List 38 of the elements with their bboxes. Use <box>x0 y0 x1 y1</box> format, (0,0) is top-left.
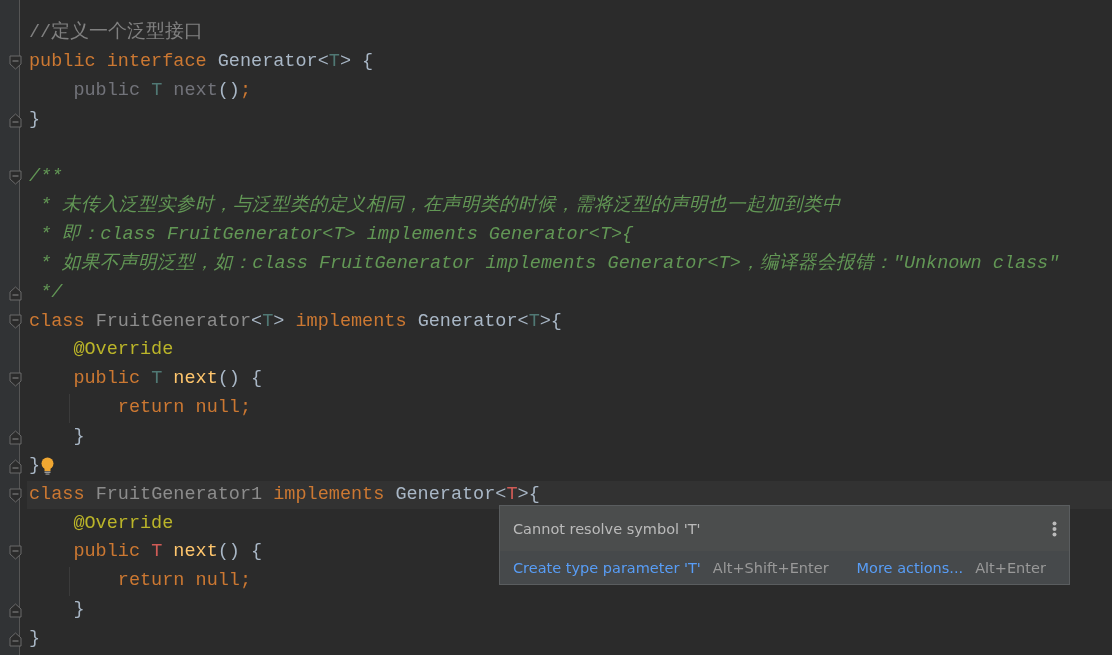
fold-icon[interactable] <box>9 631 22 647</box>
shortcut-hint: Alt+Enter <box>975 559 1046 576</box>
fold-icon[interactable] <box>9 602 22 618</box>
code-line: return null; <box>116 399 252 418</box>
code-comment: */ <box>39 283 63 303</box>
fold-icon[interactable] <box>9 458 22 474</box>
fold-icon[interactable] <box>9 112 22 128</box>
error-message: Cannot resolve symbol 'T' <box>513 520 701 537</box>
action-link[interactable]: More actions... <box>856 559 964 576</box>
code-line: } <box>72 428 85 447</box>
action-link[interactable]: Create type parameter 'T' <box>513 559 701 576</box>
code-line: public T next(); <box>72 81 252 101</box>
fold-icon[interactable] <box>9 372 22 388</box>
fold-icon[interactable] <box>9 487 22 503</box>
fold-icon[interactable] <box>9 285 22 301</box>
code-comment: * 即：class FruitGenerator<T> implements Generator<T>{ <box>39 226 634 245</box>
fold-icon[interactable] <box>9 429 22 445</box>
code-line: } <box>72 601 85 620</box>
code-line: } <box>29 629 41 649</box>
code-comment: /** <box>29 168 63 187</box>
shortcut-hint: Alt+Shift+Enter <box>712 559 829 576</box>
fold-icon[interactable] <box>9 170 22 186</box>
code-line: public T next() { <box>72 543 263 562</box>
code-line: @Override <box>72 341 174 360</box>
lightbulb-icon[interactable] <box>41 457 55 476</box>
code-line: public interface Generator<T> { <box>29 53 374 72</box>
code-line: class FruitGenerator1 implements Generator<T>{ <box>29 485 540 505</box>
code-line: } <box>29 456 41 476</box>
code-line: } <box>29 110 41 130</box>
fold-icon[interactable] <box>9 314 22 330</box>
fold-icon[interactable] <box>9 54 22 70</box>
code-line: public T next() { <box>72 370 263 389</box>
fold-icon[interactable] <box>9 545 22 561</box>
code-line: @Override <box>72 514 174 533</box>
code-line: class FruitGenerator<T> implements Generator<T>{ <box>29 312 562 332</box>
code-comment: * 如果不声明泛型，如：class FruitGenerator implements Generator<T>，编译器会报错："Unknown class" <box>39 254 1060 274</box>
more-options-icon[interactable] <box>1052 520 1057 537</box>
code-line: return null; <box>116 572 252 591</box>
